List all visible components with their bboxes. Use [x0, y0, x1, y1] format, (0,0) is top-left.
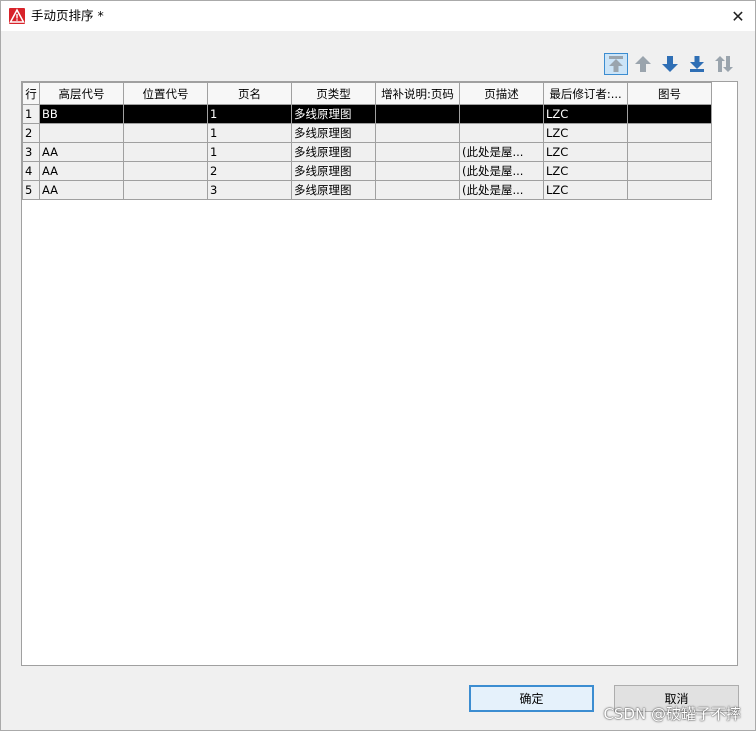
col-header-last-editor[interactable]: 最后修订者:...: [543, 82, 628, 105]
table-cell[interactable]: [375, 142, 460, 162]
table-row[interactable]: 1 BB 1 多线原理图 LZC: [22, 104, 712, 124]
table-row[interactable]: 4 AA 2 多线原理图 (此处是屋... LZC: [22, 161, 712, 181]
move-to-bottom-button[interactable]: [685, 53, 709, 75]
table-row[interactable]: 5 AA 3 多线原理图 (此处是屋... LZC: [22, 180, 712, 200]
table-cell[interactable]: [39, 123, 124, 143]
table-cell[interactable]: [375, 180, 460, 200]
swap-icon: [715, 56, 733, 72]
table-cell[interactable]: [459, 104, 544, 124]
table-cell[interactable]: [123, 104, 208, 124]
page-sort-grid[interactable]: 行 高层代号 位置代号 页名 页类型 增补说明:页码 页描述 最后修订者:...…: [21, 81, 738, 666]
move-top-icon: [609, 56, 623, 72]
table-cell[interactable]: [375, 161, 460, 181]
sort-toolbar: [604, 53, 736, 75]
table-cell[interactable]: 多线原理图: [291, 104, 376, 124]
table-cell[interactable]: (此处是屋...: [459, 142, 544, 162]
swap-button[interactable]: [712, 53, 736, 75]
table-header-row: 行 高层代号 位置代号 页名 页类型 增补说明:页码 页描述 最后修订者:...…: [22, 82, 712, 105]
table-cell[interactable]: 多线原理图: [291, 180, 376, 200]
move-up-button[interactable]: [631, 53, 655, 75]
col-header-higher-level[interactable]: 高层代号: [39, 82, 124, 105]
table-cell[interactable]: (此处是屋...: [459, 161, 544, 181]
row-number-cell[interactable]: 5: [22, 180, 40, 200]
app-warning-icon: [9, 8, 25, 24]
table-cell[interactable]: AA: [39, 180, 124, 200]
row-number-cell[interactable]: 3: [22, 142, 40, 162]
move-bottom-icon: [690, 56, 704, 72]
arrow-down-icon: [662, 56, 678, 72]
table-cell[interactable]: 1: [207, 104, 292, 124]
table-cell[interactable]: 1: [207, 142, 292, 162]
table-cell[interactable]: [123, 161, 208, 181]
row-number-cell[interactable]: 2: [22, 123, 40, 143]
table-cell[interactable]: [627, 123, 712, 143]
table-cell[interactable]: 多线原理图: [291, 142, 376, 162]
col-header-supplement[interactable]: 增补说明:页码: [375, 82, 460, 105]
col-header-location[interactable]: 位置代号: [123, 82, 208, 105]
move-to-top-button[interactable]: [604, 53, 628, 75]
table-cell[interactable]: [123, 180, 208, 200]
table-cell[interactable]: LZC: [543, 180, 628, 200]
ok-button[interactable]: 确定: [469, 685, 594, 712]
row-number-cell[interactable]: 4: [22, 161, 40, 181]
table-cell[interactable]: [459, 123, 544, 143]
table-cell[interactable]: [627, 180, 712, 200]
table-cell[interactable]: [123, 123, 208, 143]
table-cell[interactable]: AA: [39, 161, 124, 181]
table-cell[interactable]: 2: [207, 161, 292, 181]
table-row[interactable]: 3 AA 1 多线原理图 (此处是屋... LZC: [22, 142, 712, 162]
move-down-button[interactable]: [658, 53, 682, 75]
window-title: 手动页排序 *: [31, 8, 104, 23]
table-cell[interactable]: [627, 161, 712, 181]
col-header-page-type[interactable]: 页类型: [291, 82, 376, 105]
table-cell[interactable]: 多线原理图: [291, 161, 376, 181]
title-bar: 手动页排序 * ✕: [1, 1, 755, 31]
table-row[interactable]: 2 1 多线原理图 LZC: [22, 123, 712, 143]
col-header-page-name[interactable]: 页名: [207, 82, 292, 105]
table-cell[interactable]: LZC: [543, 161, 628, 181]
col-header-page-description[interactable]: 页描述: [459, 82, 544, 105]
table-cell[interactable]: [375, 104, 460, 124]
arrow-up-icon: [635, 56, 651, 72]
table-cell[interactable]: LZC: [543, 142, 628, 162]
row-number-cell[interactable]: 1: [22, 104, 40, 124]
watermark-text: CSDN @破罐子不摔: [603, 705, 741, 723]
table-cell[interactable]: 多线原理图: [291, 123, 376, 143]
table-cell[interactable]: [627, 142, 712, 162]
table-cell[interactable]: LZC: [543, 104, 628, 124]
table-cell[interactable]: 1: [207, 123, 292, 143]
close-button[interactable]: ✕: [727, 5, 749, 27]
col-header-drawing-number[interactable]: 图号: [627, 82, 712, 105]
table-cell[interactable]: LZC: [543, 123, 628, 143]
table-cell[interactable]: BB: [39, 104, 124, 124]
table-cell[interactable]: AA: [39, 142, 124, 162]
table-cell[interactable]: 3: [207, 180, 292, 200]
table-cell[interactable]: (此处是屋...: [459, 180, 544, 200]
table-cell[interactable]: [123, 142, 208, 162]
page-table: 行 高层代号 位置代号 页名 页类型 增补说明:页码 页描述 最后修订者:...…: [22, 82, 712, 200]
table-cell[interactable]: [375, 123, 460, 143]
table-cell[interactable]: [627, 104, 712, 124]
col-header-row-number[interactable]: 行: [22, 82, 40, 105]
dialog-window: 手动页排序 * ✕ 行 高层代号 位置代号 页名 页类型 增补说明:页码 页描述…: [0, 0, 756, 731]
